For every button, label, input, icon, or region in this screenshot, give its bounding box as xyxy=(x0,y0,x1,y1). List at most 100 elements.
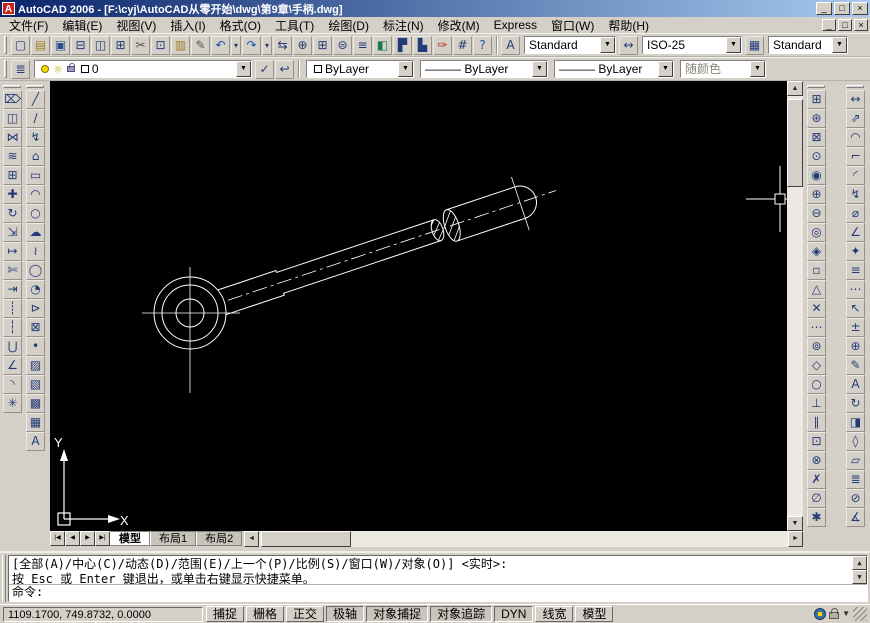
chevron-down-icon[interactable]: ▼ xyxy=(532,61,547,77)
command-window-grip[interactable] xyxy=(2,555,6,602)
close-button[interactable]: × xyxy=(852,2,868,15)
scale-icon[interactable]: ⇲ xyxy=(3,223,22,242)
designcenter-icon[interactable]: ◧ xyxy=(373,36,392,55)
qcalc-icon[interactable]: # xyxy=(453,36,472,55)
layer-properties-manager-icon[interactable]: ≣ xyxy=(11,60,30,79)
dim-ordinate-icon[interactable]: ⌐ xyxy=(846,147,865,166)
vertical-scroll-thumb[interactable] xyxy=(787,99,803,187)
multiline-text-icon[interactable]: A xyxy=(26,432,45,451)
table-icon[interactable]: ▦ xyxy=(26,413,45,432)
mdi-close-button[interactable]: × xyxy=(854,19,868,31)
scroll-down-icon[interactable]: ▼ xyxy=(852,570,867,584)
undo-icon[interactable]: ↶ xyxy=(211,36,230,55)
break-icon[interactable]: ┆ xyxy=(3,318,22,337)
dim-break-icon[interactable]: ⊘ xyxy=(846,489,865,508)
snap-extension-icon[interactable]: ⋯ xyxy=(807,318,826,337)
scroll-up-icon[interactable]: ▲ xyxy=(787,81,803,96)
chevron-down-icon[interactable]: ▼ xyxy=(236,61,251,77)
text-style-combo[interactable]: Standard ▼ xyxy=(524,36,616,54)
layer-previous-icon[interactable]: ↩ xyxy=(275,60,294,79)
dim-leader-icon[interactable]: ↖ xyxy=(846,299,865,318)
scroll-right-icon[interactable]: ► xyxy=(788,531,803,547)
linetype-combo[interactable]: ——— ByLayer ▼ xyxy=(420,60,548,78)
chevron-down-icon[interactable]: ▼ xyxy=(600,37,615,53)
markup-icon[interactable]: ✑ xyxy=(433,36,452,55)
match-properties-icon[interactable]: ✎ xyxy=(191,36,210,55)
dim-linear-icon[interactable]: ↔ xyxy=(846,90,865,109)
model-canvas[interactable]: X Y xyxy=(50,81,787,531)
plot-preview-icon[interactable]: ◫ xyxy=(91,36,110,55)
minimize-button[interactable]: _ xyxy=(816,2,832,15)
zoom-window2-icon[interactable]: ⊞ xyxy=(807,90,826,109)
mdi-minimize-button[interactable]: _ xyxy=(822,19,836,31)
zoom-window-icon[interactable]: ⊞ xyxy=(313,36,332,55)
layer-on-bulb-icon[interactable] xyxy=(41,65,49,73)
dim-update-icon[interactable]: ↻ xyxy=(846,394,865,413)
app-icon[interactable]: A xyxy=(2,2,15,15)
array-icon[interactable]: ⊞ xyxy=(3,166,22,185)
zoom-center-icon[interactable]: ⊙ xyxy=(807,147,826,166)
menu-format[interactable]: 格式(O) xyxy=(213,16,268,35)
menu-modify[interactable]: 修改(M) xyxy=(431,16,487,35)
osnap-toggle[interactable]: 对象捕捉 xyxy=(366,606,428,622)
tab-model[interactable]: 模型 xyxy=(110,531,150,546)
mirror-icon[interactable]: ⋈ xyxy=(3,128,22,147)
polygon-icon[interactable]: ⌂ xyxy=(26,147,45,166)
menu-file[interactable]: 文件(F) xyxy=(2,16,55,35)
tab-layout1[interactable]: 布局1 xyxy=(150,531,196,546)
toolbar-lock-icon[interactable] xyxy=(829,612,839,619)
undo-dropdown-icon[interactable]: ▾ xyxy=(231,36,241,55)
snap-nearest-icon[interactable]: ✗ xyxy=(807,470,826,489)
menu-draw[interactable]: 绘图(D) xyxy=(321,16,376,35)
chevron-down-icon[interactable]: ▼ xyxy=(832,37,847,53)
snap-tangent-icon[interactable]: ○ xyxy=(807,375,826,394)
cut-icon[interactable]: ✂ xyxy=(131,36,150,55)
zoom-all-icon[interactable]: ◎ xyxy=(807,223,826,242)
lineweight-combo[interactable]: ——— ByLayer ▼ xyxy=(554,60,674,78)
tab-layout2[interactable]: 布局2 xyxy=(196,531,242,546)
tab-prev-button[interactable]: ◀ xyxy=(65,531,80,546)
region-icon[interactable]: ▩ xyxy=(26,394,45,413)
chamfer-icon[interactable]: ∠ xyxy=(3,356,22,375)
table-style-icon[interactable]: ▦ xyxy=(745,36,764,55)
break-at-point-icon[interactable]: ┊ xyxy=(3,299,22,318)
menu-tools[interactable]: 工具(T) xyxy=(268,16,321,35)
zoom-previous-icon[interactable]: ⊜ xyxy=(333,36,352,55)
osnap-settings-icon[interactable]: ✱ xyxy=(807,508,826,527)
hatch-icon[interactable]: ▨ xyxy=(26,356,45,375)
zoom-extents-icon[interactable]: ◈ xyxy=(807,242,826,261)
scroll-up-icon[interactable]: ▲ xyxy=(852,556,867,570)
menu-help[interactable]: 帮助(H) xyxy=(601,16,656,35)
dim-quick-icon[interactable]: ✦ xyxy=(846,242,865,261)
dim-space-icon[interactable]: ≣ xyxy=(846,470,865,489)
dim-angular2-icon[interactable]: ∡ xyxy=(846,508,865,527)
command-history[interactable]: ▲ ▼ [全部(A)/中心(C)/动态(D)/范围(E)/上一个(P)/比例(S… xyxy=(9,556,867,585)
horizontal-scroll-thumb[interactable] xyxy=(261,531,351,547)
open-icon[interactable]: ▤ xyxy=(31,36,50,55)
tab-last-button[interactable]: ▶| xyxy=(95,531,110,546)
dim-diameter-icon[interactable]: ⌀ xyxy=(846,204,865,223)
lwt-toggle[interactable]: 线宽 xyxy=(535,606,573,622)
dim-edit-icon[interactable]: ✎ xyxy=(846,356,865,375)
insert-block-icon[interactable]: ⊳ xyxy=(26,299,45,318)
revision-cloud-icon[interactable]: ☁ xyxy=(26,223,45,242)
otrack-toggle[interactable]: 对象追踪 xyxy=(430,606,492,622)
table-style-combo[interactable]: Standard ▼ xyxy=(768,36,848,54)
help-icon[interactable]: ? xyxy=(473,36,492,55)
copy-object-icon[interactable]: ◫ xyxy=(3,109,22,128)
toolbar-grip[interactable] xyxy=(846,85,864,88)
dim-text-edit-icon[interactable]: A xyxy=(846,375,865,394)
tab-first-button[interactable]: |◀ xyxy=(50,531,65,546)
zoom-scale-icon[interactable]: ⊠ xyxy=(807,128,826,147)
dim-arc-length-icon[interactable]: ◠ xyxy=(846,128,865,147)
ellipse-icon[interactable]: ◯ xyxy=(26,261,45,280)
dim-style-toolbar-icon[interactable]: ↔ xyxy=(619,36,638,55)
publish-icon[interactable]: ⊞ xyxy=(111,36,130,55)
snap-insert-icon[interactable]: ⊡ xyxy=(807,432,826,451)
snap-node-icon[interactable]: ⊗ xyxy=(807,451,826,470)
color-combo[interactable]: ByLayer ▼ xyxy=(306,60,414,78)
dim-jogged-icon[interactable]: ↯ xyxy=(846,185,865,204)
command-prompt[interactable]: 命令: xyxy=(9,585,867,601)
extend-icon[interactable]: ⇥ xyxy=(3,280,22,299)
grid-toggle[interactable]: 栅格 xyxy=(246,606,284,622)
